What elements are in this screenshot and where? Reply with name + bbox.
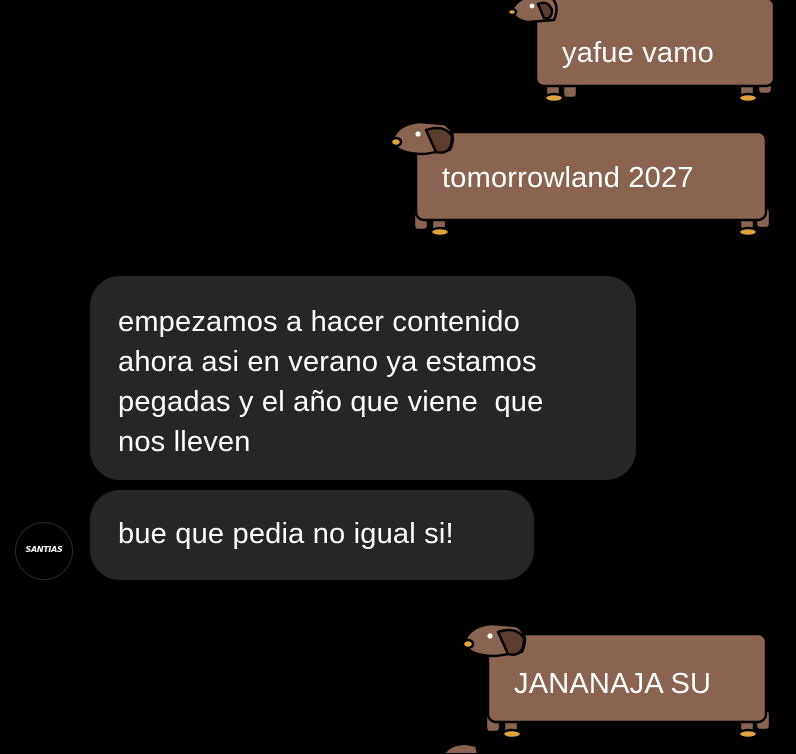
partial-dachshund-icon	[442, 742, 480, 754]
message-line: ahora asi en verano ya estamos	[118, 346, 537, 378]
avatar-logo-text: SANTIAS	[25, 545, 63, 554]
sent-message-text: tomorrowland 2027	[442, 162, 694, 194]
message-line: empezamos a hacer contenido	[118, 306, 520, 338]
received-message-1[interactable]: empezamos a hacer contenido ahora asi en…	[90, 276, 636, 480]
message-line: nos lleven	[118, 426, 251, 458]
message-line: bue que pedia no igual si!	[118, 518, 454, 550]
received-message-2[interactable]: bue que pedia no igual si!	[90, 490, 534, 580]
sent-message-3[interactable]: JANANAJA SU	[461, 618, 778, 742]
sent-message-text: JANANAJA SU	[514, 668, 712, 700]
sent-message-2[interactable]: tomorrowland 2027	[389, 116, 780, 240]
message-line: pegadas y el año que viene que	[118, 386, 544, 418]
sent-message-1[interactable]: yafue vamo	[506, 0, 779, 108]
sent-message-text: yafue vamo	[562, 37, 714, 69]
sender-avatar[interactable]: SANTIAS	[15, 522, 73, 580]
